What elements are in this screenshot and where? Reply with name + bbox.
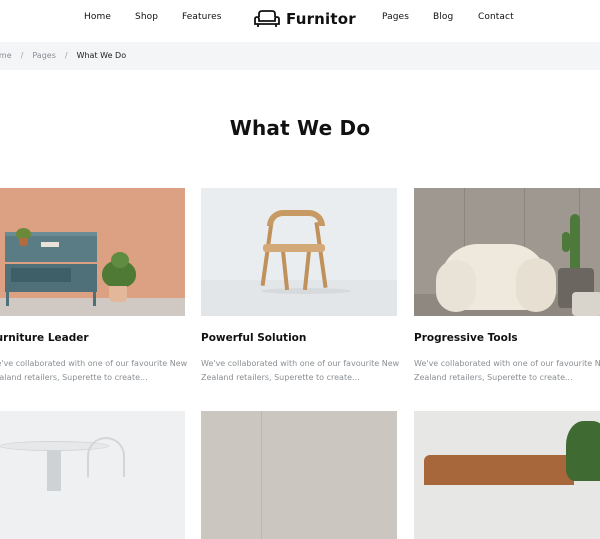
service-card-powerful-solution[interactable]: Powerful Solution We've collaborated wit… <box>201 188 399 382</box>
nav-blog[interactable]: Blog <box>433 12 453 22</box>
nav-shop[interactable]: Shop <box>135 12 158 22</box>
service-card-furniture-leader[interactable]: Furniture Leader We've collaborated with… <box>0 188 187 382</box>
breadcrumb: Home / Pages / What We Do <box>0 51 126 60</box>
sofa-image[interactable] <box>414 411 600 539</box>
breadcrumb-bar: Home / Pages / What We Do <box>0 42 600 70</box>
nav-features[interactable]: Features <box>182 12 222 22</box>
card-title[interactable]: Powerful Solution <box>201 332 306 344</box>
cabinet-image[interactable] <box>0 188 185 316</box>
site-header: Home Shop Features Furnitor Pages Blog C… <box>0 0 600 42</box>
nav-home[interactable]: Home <box>84 12 111 22</box>
table-image[interactable] <box>0 411 185 539</box>
breadcrumb-current: What We Do <box>76 51 127 60</box>
page-title: What We Do <box>229 116 371 140</box>
breadcrumb-separator: / <box>20 51 24 60</box>
card-title[interactable]: Furniture Leader <box>0 332 89 344</box>
breadcrumb-home[interactable]: Home <box>0 51 12 60</box>
card-title[interactable]: Progressive Tools <box>414 332 518 344</box>
service-card-progressive-tools[interactable]: Progressive Tools We've collaborated wit… <box>414 188 600 382</box>
service-card[interactable] <box>201 411 397 539</box>
nav-contact[interactable]: Contact <box>478 12 514 22</box>
brand-name: Furnitor <box>286 10 356 28</box>
breadcrumb-separator: / <box>64 51 68 60</box>
service-card[interactable] <box>414 411 600 539</box>
nav-pages[interactable]: Pages <box>382 12 409 22</box>
chair-image[interactable] <box>201 188 397 316</box>
concrete-image[interactable] <box>201 411 397 539</box>
card-description: We've collaborated with one of our favou… <box>414 359 600 382</box>
card-description: We've collaborated with one of our favou… <box>201 359 400 382</box>
lounge-chair-image[interactable] <box>414 188 600 316</box>
card-description: We've collaborated with one of our favou… <box>0 359 188 382</box>
sofa-icon <box>254 9 280 29</box>
brand-logo[interactable]: Furnitor <box>254 7 356 31</box>
breadcrumb-pages[interactable]: Pages <box>32 51 56 60</box>
service-card[interactable] <box>0 411 185 539</box>
